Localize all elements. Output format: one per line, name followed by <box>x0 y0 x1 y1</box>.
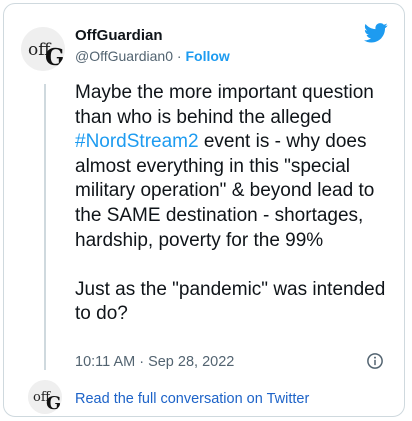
author-handle[interactable]: @OffGuardian0 <box>75 48 173 64</box>
tweet-text-after: event is - why does almost everything in… <box>75 131 386 325</box>
info-icon[interactable] <box>366 352 384 370</box>
read-conversation-link[interactable]: Read the full conversation on Twitter <box>75 391 309 407</box>
follow-button[interactable]: Follow <box>185 48 229 64</box>
tweet-text: Maybe the more important question than w… <box>75 81 395 327</box>
author-name[interactable]: OffGuardian <box>75 27 163 45</box>
avatar[interactable]: off G <box>21 27 65 71</box>
hashtag-link[interactable]: #NordStream2 <box>75 131 199 152</box>
thread-line <box>44 84 46 370</box>
handle-separator: · <box>173 48 186 64</box>
footer-avatar: off G <box>28 380 62 414</box>
tweet-timestamp[interactable]: 10:11 AM · Sep 28, 2022 <box>75 354 234 370</box>
twitter-bird-icon[interactable] <box>364 22 388 44</box>
author-handle-row: @OffGuardian0 · Follow <box>75 47 230 65</box>
tweet-text-before: Maybe the more important question than w… <box>75 82 380 128</box>
